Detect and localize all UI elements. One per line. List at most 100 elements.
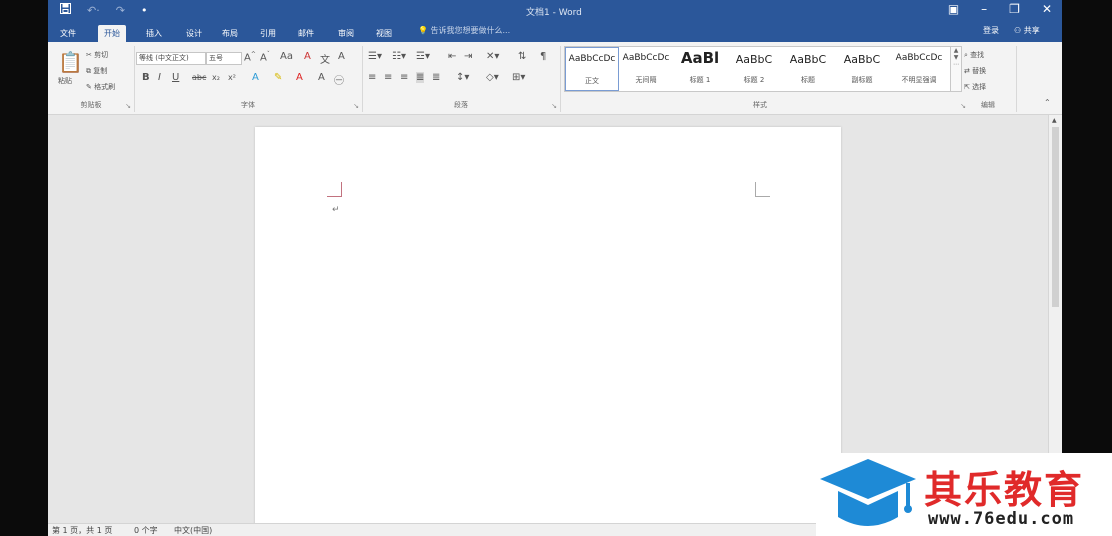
undo-icon[interactable]: ↶·: [87, 4, 100, 17]
change-case-icon[interactable]: Aa: [280, 51, 293, 62]
bold-icon[interactable]: B: [142, 72, 150, 83]
numbering-icon[interactable]: ☷▾: [392, 51, 406, 62]
character-shading-icon[interactable]: A: [318, 72, 325, 83]
replace-label: 替换: [972, 67, 987, 75]
style-subtle-emphasis[interactable]: AaBbCcDc 不明显强调: [889, 47, 949, 91]
word-count[interactable]: 0 个字: [134, 525, 158, 536]
tab-design[interactable]: 设计: [180, 25, 208, 42]
font-name-combo[interactable]: 等线 (中文正文): [136, 52, 206, 65]
style-title[interactable]: AaBbC 标题: [781, 47, 835, 91]
tab-view[interactable]: 视图: [370, 25, 398, 42]
share-button[interactable]: ⚇ 共享: [1014, 25, 1040, 36]
style-name: 无间隔: [635, 76, 657, 84]
grow-font-icon[interactable]: A^: [244, 51, 256, 63]
font-color-icon[interactable]: A: [296, 72, 303, 83]
underline-icon[interactable]: U: [172, 72, 179, 83]
select-button[interactable]: ⇱ 选择: [964, 82, 986, 92]
tab-file[interactable]: 文件: [54, 25, 82, 42]
left-letterbox: [0, 0, 48, 536]
paragraph-label: 段落: [454, 101, 468, 109]
scroll-thumb[interactable]: [1052, 127, 1059, 307]
font-launcher-icon[interactable]: ↘: [353, 102, 359, 110]
borders-icon[interactable]: ⊞▾: [512, 72, 525, 83]
cut-button[interactable]: ✂ 剪切: [86, 50, 108, 60]
editing-group: ⌕ 查找 ⇄ 替换 ⇱ 选择 编辑: [960, 46, 1017, 112]
text-effects-icon[interactable]: A: [252, 72, 259, 83]
enclose-characters-icon[interactable]: ㊀: [334, 72, 344, 87]
tab-insert[interactable]: 插入: [140, 25, 168, 42]
find-label: 查找: [970, 51, 985, 59]
paste-icon[interactable]: 📋: [58, 50, 83, 74]
align-left-icon[interactable]: ≡: [368, 72, 376, 83]
format-painter-label: 格式刷: [94, 83, 116, 91]
highlight-color-icon[interactable]: ✎: [274, 72, 282, 83]
paragraph-launcher-icon[interactable]: ↘: [551, 102, 557, 110]
close-icon[interactable]: ✕: [1042, 2, 1052, 16]
multilevel-list-icon[interactable]: ☲▾: [416, 51, 430, 62]
minimize-icon[interactable]: –: [981, 2, 987, 16]
tab-mailings[interactable]: 邮件: [292, 25, 320, 42]
page-count[interactable]: 第 1 页，共 1 页: [52, 525, 112, 536]
justify-icon[interactable]: ≣: [416, 72, 425, 83]
ribbon-home: 📋 粘贴 ✂ 剪切 ⧉ 复制 ✎ 格式刷 剪贴板 ↘ 等线 (中文正文) 五号 …: [48, 42, 1062, 115]
clipboard-group: 📋 粘贴 ✂ 剪切 ⧉ 复制 ✎ 格式刷 剪贴板 ↘: [48, 46, 135, 112]
language-indicator[interactable]: 中文(中国): [174, 525, 212, 536]
editing-label: 编辑: [981, 101, 995, 109]
redo-icon[interactable]: ↷: [116, 4, 125, 17]
font-group: 等线 (中文正文) 五号 A^ Aˇ Aa A 文 A B I U abc x₂…: [134, 46, 363, 112]
font-size-combo[interactable]: 五号: [206, 52, 242, 65]
style-preview: AaBbC: [789, 53, 827, 66]
increase-indent-icon[interactable]: ⇥: [464, 51, 472, 62]
copy-button[interactable]: ⧉ 复制: [86, 66, 107, 76]
show-marks-icon[interactable]: ¶: [540, 51, 546, 62]
style-name: 副标题: [851, 76, 873, 84]
find-button[interactable]: ⌕ 查找: [964, 50, 984, 60]
style-normal[interactable]: AaBbCcDc 正文: [565, 47, 619, 91]
distributed-icon[interactable]: ≣: [432, 72, 440, 83]
tab-references[interactable]: 引用: [254, 25, 282, 42]
login-button[interactable]: 登录: [983, 25, 999, 36]
scissors-icon: ✂: [86, 51, 95, 59]
tell-me-box[interactable]: 💡 告诉我您想要做什么...: [418, 25, 510, 36]
superscript-icon[interactable]: x²: [228, 73, 236, 82]
subscript-icon[interactable]: x₂: [212, 73, 220, 82]
shrink-font-icon[interactable]: Aˇ: [260, 51, 270, 63]
align-right-icon[interactable]: ≡: [400, 72, 408, 83]
strikethrough-icon[interactable]: abc: [192, 73, 206, 82]
style-preview: AaBbC: [735, 53, 773, 66]
tab-layout[interactable]: 布局: [216, 25, 244, 42]
decrease-indent-icon[interactable]: ⇤: [448, 51, 456, 62]
document-title: 文档1 - Word: [526, 8, 582, 18]
clipboard-launcher-icon[interactable]: ↘: [125, 102, 131, 110]
style-name: 不明显强调: [901, 76, 937, 84]
select-label: 选择: [972, 83, 987, 91]
tab-review[interactable]: 审阅: [332, 25, 360, 42]
collapse-ribbon-icon[interactable]: ⌃: [1044, 98, 1051, 107]
style-heading-2[interactable]: AaBbC 标题 2: [727, 47, 781, 91]
bullets-icon[interactable]: ☰▾: [368, 51, 382, 62]
lightbulb-icon: 💡: [418, 26, 428, 35]
restore-icon[interactable]: ❐: [1009, 2, 1020, 16]
line-spacing-icon[interactable]: ↕▾: [456, 72, 469, 83]
sort-icon[interactable]: ⇅: [518, 51, 526, 62]
document-page[interactable]: ↵: [255, 127, 841, 527]
clear-formatting-icon[interactable]: A: [304, 51, 311, 62]
style-no-spacing[interactable]: AaBbCcDc 无间隔: [619, 47, 673, 91]
style-heading-1[interactable]: AaBl 标题 1: [673, 47, 727, 91]
style-subtitle[interactable]: AaBbC 副标题: [835, 47, 889, 91]
paste-button[interactable]: 粘贴: [58, 76, 72, 86]
save-icon[interactable]: [60, 3, 71, 17]
ribbon-options-icon[interactable]: ▣: [948, 2, 959, 16]
ribbon-tabs: 文件 开始 插入 设计 布局 引用 邮件 审阅 视图 💡 告诉我您想要做什么..…: [48, 22, 1062, 42]
chinese-layout-icon[interactable]: ✕▾: [486, 51, 499, 62]
customize-qat-icon[interactable]: •: [141, 4, 148, 17]
phonetic-guide-icon[interactable]: 文: [320, 51, 330, 66]
align-center-icon[interactable]: ≡: [384, 72, 392, 83]
shading-icon[interactable]: ◇▾: [486, 72, 499, 83]
tab-home[interactable]: 开始: [98, 25, 126, 42]
replace-button[interactable]: ⇄ 替换: [964, 66, 986, 76]
format-painter-button[interactable]: ✎ 格式刷: [86, 82, 115, 92]
italic-icon[interactable]: I: [158, 72, 161, 83]
scroll-up-icon[interactable]: ▲: [1052, 117, 1057, 124]
character-border-icon[interactable]: A: [338, 51, 345, 62]
